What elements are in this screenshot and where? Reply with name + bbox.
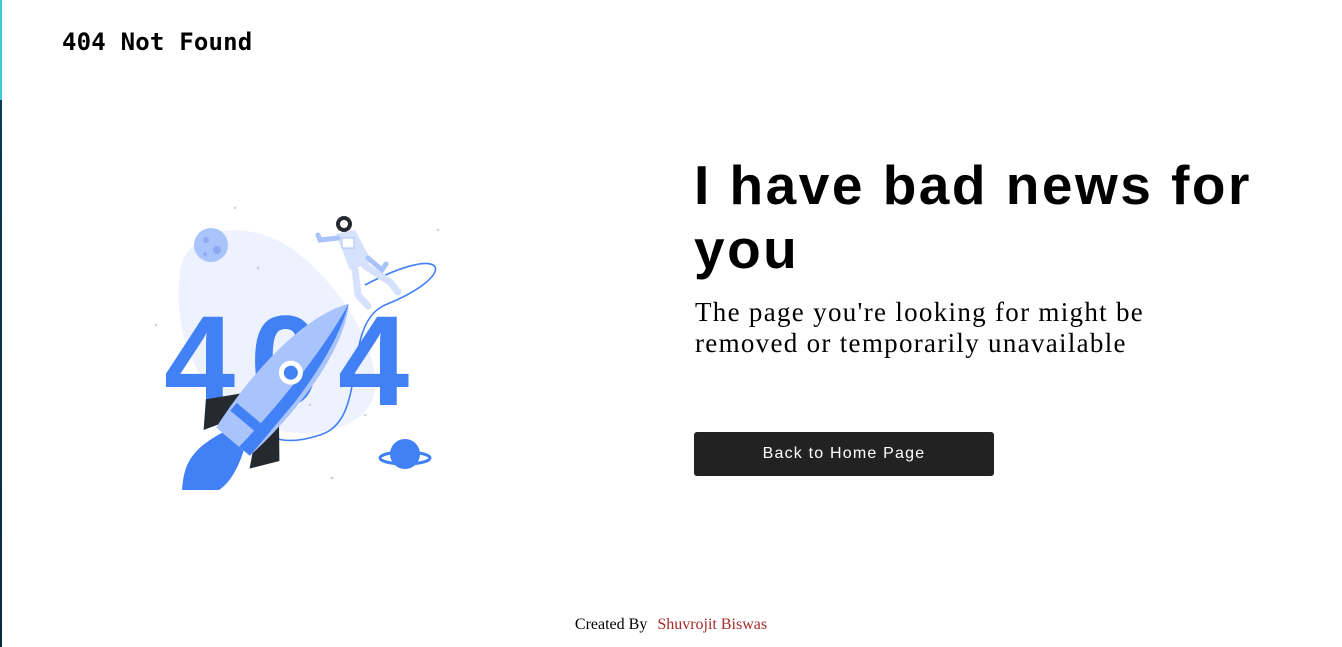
error-message: The page you're looking for might be rem… (695, 297, 1145, 358)
planet-icon (378, 439, 432, 469)
footer-prefix: Created By (574, 616, 648, 633)
footer-credit: Created By Shuvrojit Biswas (0, 616, 1342, 634)
window-edge (0, 0, 2, 647)
author-link[interactable]: Shuvrojit Biswas (657, 616, 767, 633)
rocket-astronaut-illustration: 4 0 4 (150, 200, 450, 503)
digit-4-right: 4 (338, 290, 409, 433)
page-headline: I have bad news for you (694, 154, 1252, 280)
moon-icon (194, 228, 228, 262)
site-title: 404 Not Found (62, 28, 253, 56)
back-to-home-button[interactable]: Back to Home Page (694, 432, 994, 476)
